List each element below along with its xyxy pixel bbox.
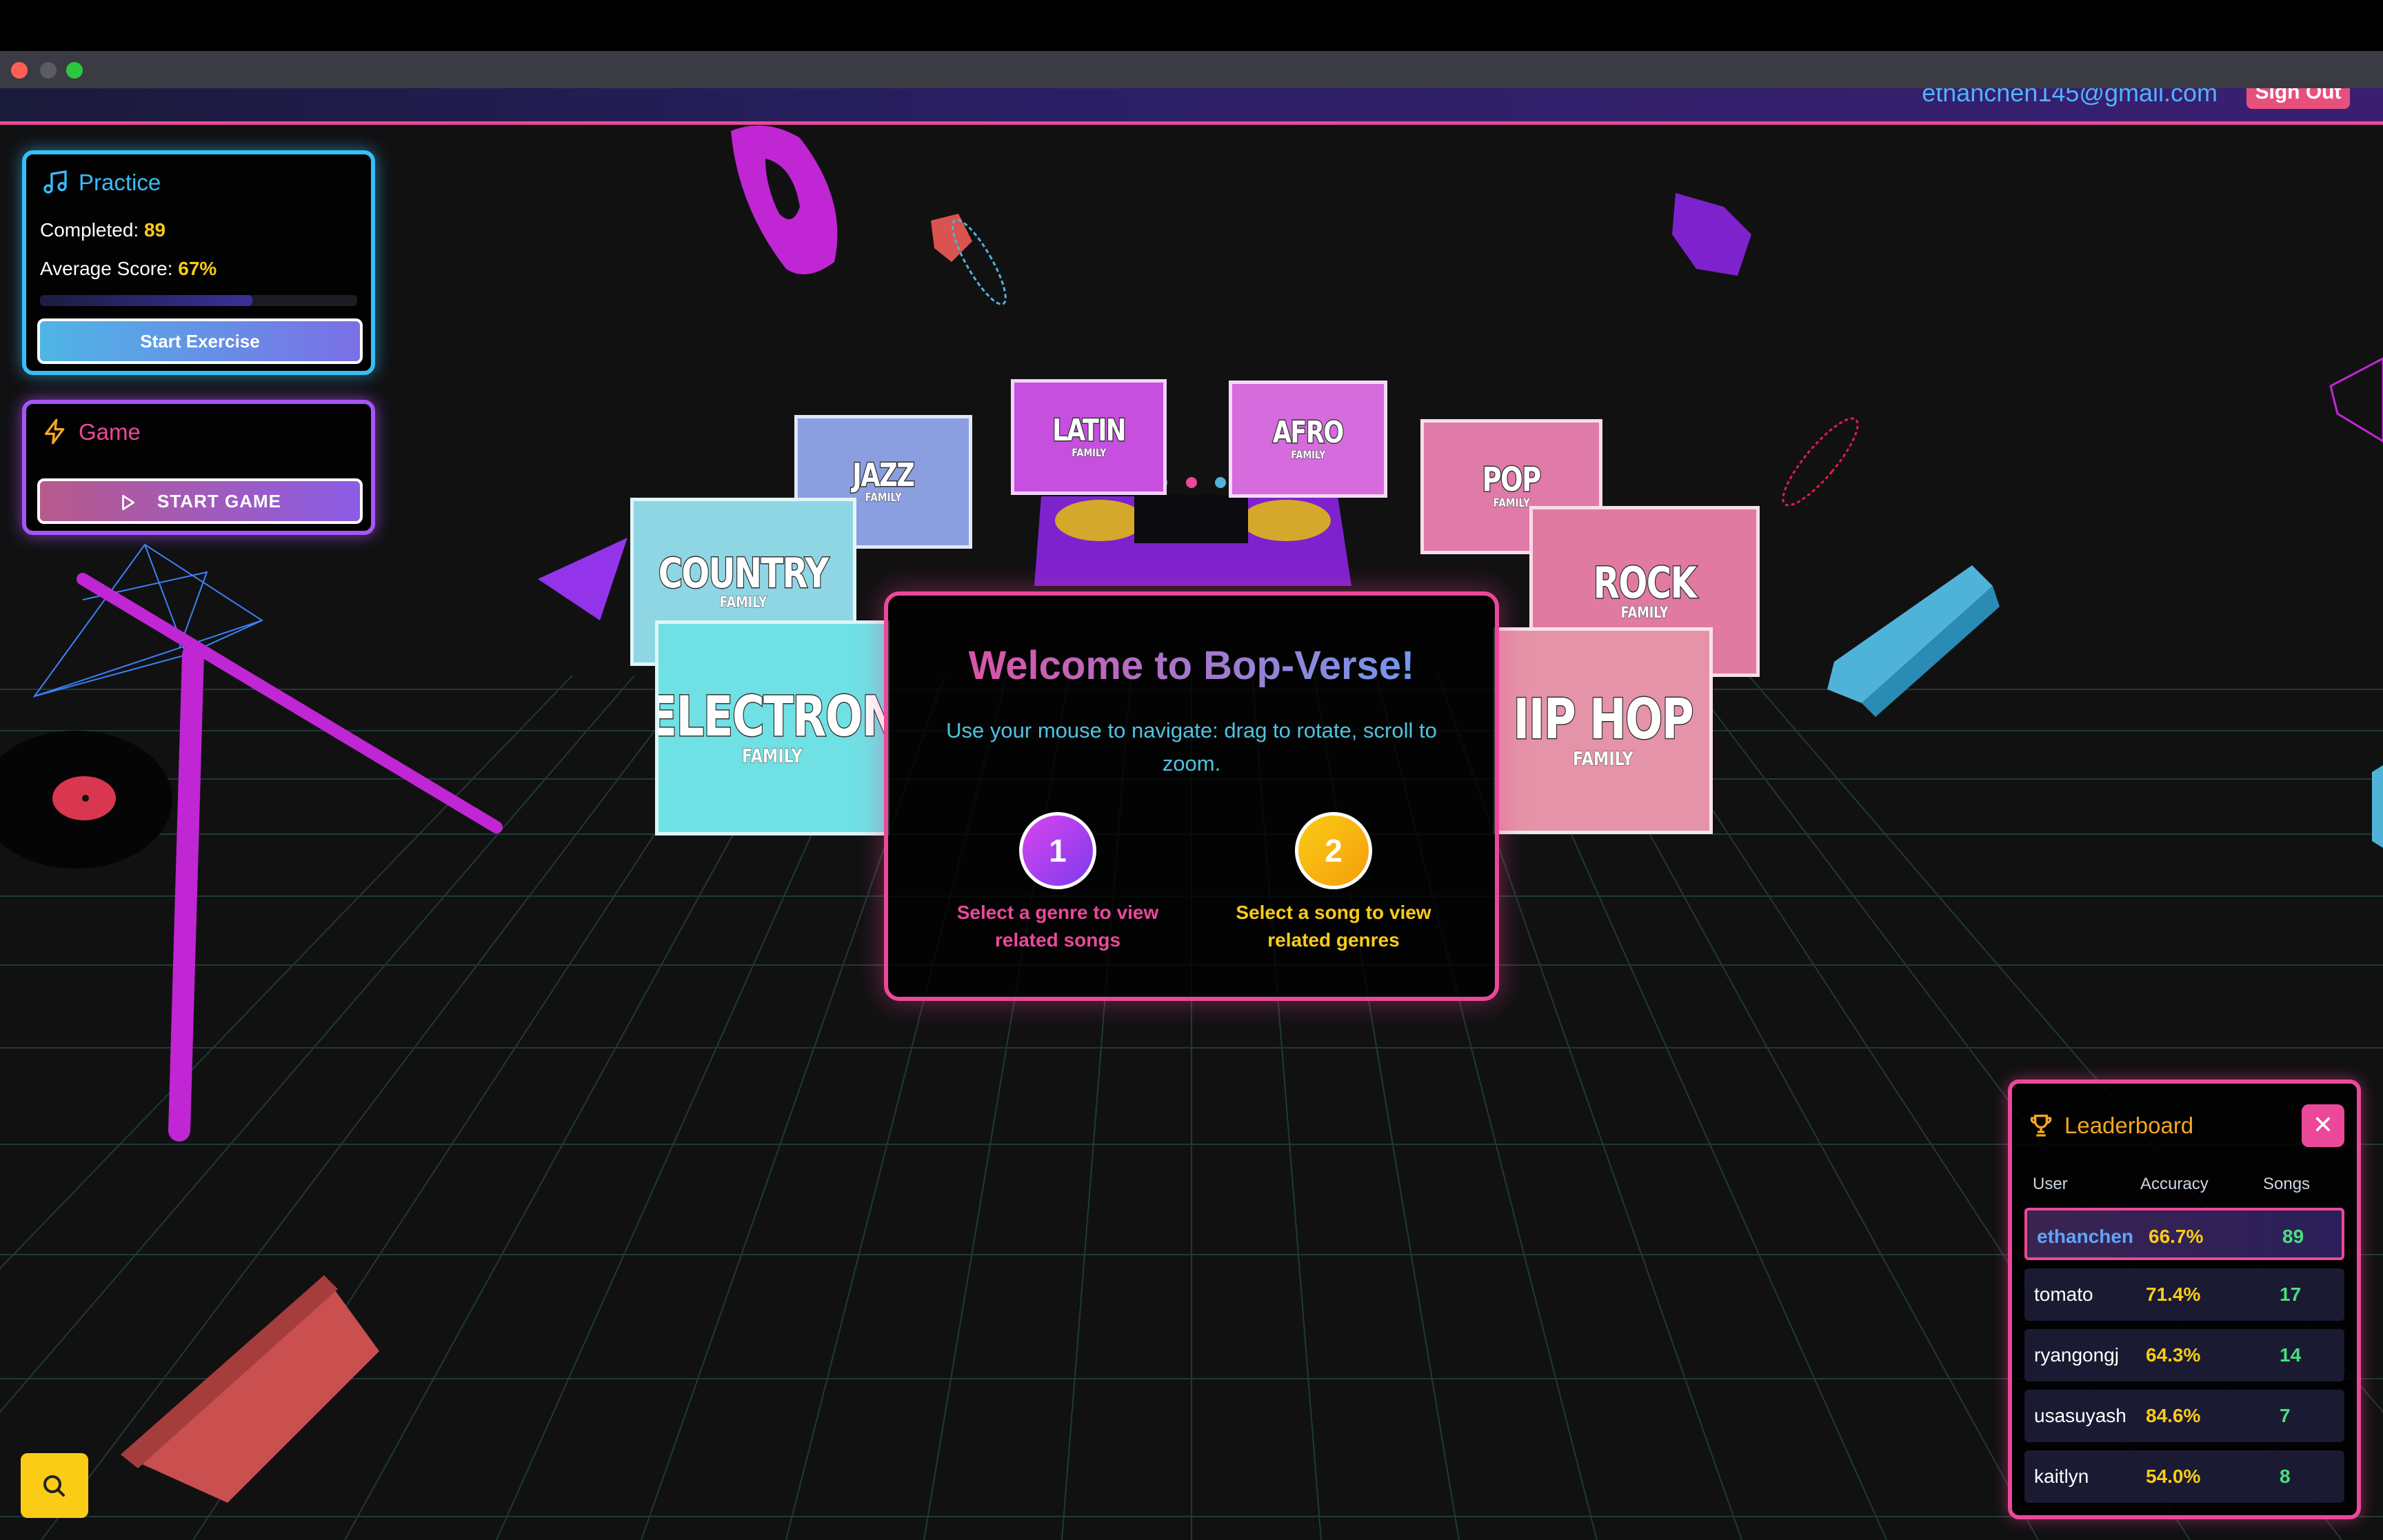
column-accuracy: Accuracy [2140, 1175, 2209, 1193]
search-button[interactable] [21, 1453, 88, 1518]
music-note-icon [43, 170, 67, 194]
window-minimize-button[interactable] [40, 62, 57, 79]
genre-card-afro[interactable]: AFRO FAMILY [1229, 381, 1387, 498]
leaderboard-title: Leaderboard [2064, 1113, 2194, 1138]
leaderboard-row[interactable]: kaitlyn 54.0% 8 [2024, 1450, 2344, 1503]
leaderboard-row[interactable]: tomato 71.4% 17 [2024, 1268, 2344, 1321]
search-icon [43, 1475, 65, 1497]
leaderboard-row[interactable]: ryangongj 64.3% 14 [2024, 1329, 2344, 1381]
sign-out-button[interactable]: Sign Out [2246, 88, 2350, 109]
step-2-text: Select a song to view related genres [1236, 902, 1431, 951]
welcome-instructions: Use your mouse to navigate: drag to rota… [946, 718, 1437, 776]
step-2-badge: 2 [1295, 812, 1372, 889]
close-icon[interactable]: ✕ [2302, 1104, 2344, 1147]
leaderboard-panel: Leaderboard ✕ User Accuracy Songs ethanc… [2008, 1080, 2361, 1519]
column-songs: Songs [2263, 1175, 2311, 1193]
start-exercise-button[interactable]: Start Exercise [37, 318, 363, 364]
leaderboard-row-current-user[interactable]: ethanchen 66.7% 89 [2024, 1208, 2344, 1260]
practice-title: Practice [79, 170, 161, 195]
step-1-badge: 1 [1019, 812, 1096, 889]
leaderboard-row[interactable]: usasuyash 84.6% 7 [2024, 1390, 2344, 1442]
trophy-icon [2030, 1115, 2052, 1137]
game-panel: Game START GAME [22, 400, 375, 535]
window-zoom-button[interactable] [66, 62, 83, 79]
completed-stat: Completed: 89 [40, 219, 166, 241]
browser-titlebar [0, 51, 2383, 88]
genre-card-electronic[interactable]: ELECTRON FAMILY [655, 620, 889, 835]
screen-top-bar [0, 0, 2383, 51]
play-icon [122, 495, 135, 511]
genre-card-hip-hop[interactable]: IIP HOP FAMILY [1494, 627, 1713, 834]
step-1-text: Select a genre to view related songs [956, 902, 1159, 951]
game-title: Game [79, 419, 141, 445]
score-progress-fill [40, 295, 252, 306]
user-email: ethanchen145@gmail.com [1922, 88, 2218, 107]
lightning-icon [45, 418, 65, 445]
genre-card-latin[interactable]: LATIN FAMILY [1011, 379, 1167, 495]
app-header: ethanchen145@gmail.com Sign Out [0, 88, 2383, 123]
welcome-title: Welcome to Bop-Verse! [888, 642, 1495, 689]
window-close-button[interactable] [11, 62, 28, 79]
start-game-button[interactable]: START GAME [37, 478, 363, 524]
column-user: User [2033, 1175, 2068, 1193]
practice-panel: Practice Completed: 89 Average Score: 67… [22, 150, 375, 375]
welcome-dialog: Welcome to Bop-Verse! Use your mouse to … [884, 591, 1499, 1001]
average-score-stat: Average Score: 67% [40, 258, 217, 279]
